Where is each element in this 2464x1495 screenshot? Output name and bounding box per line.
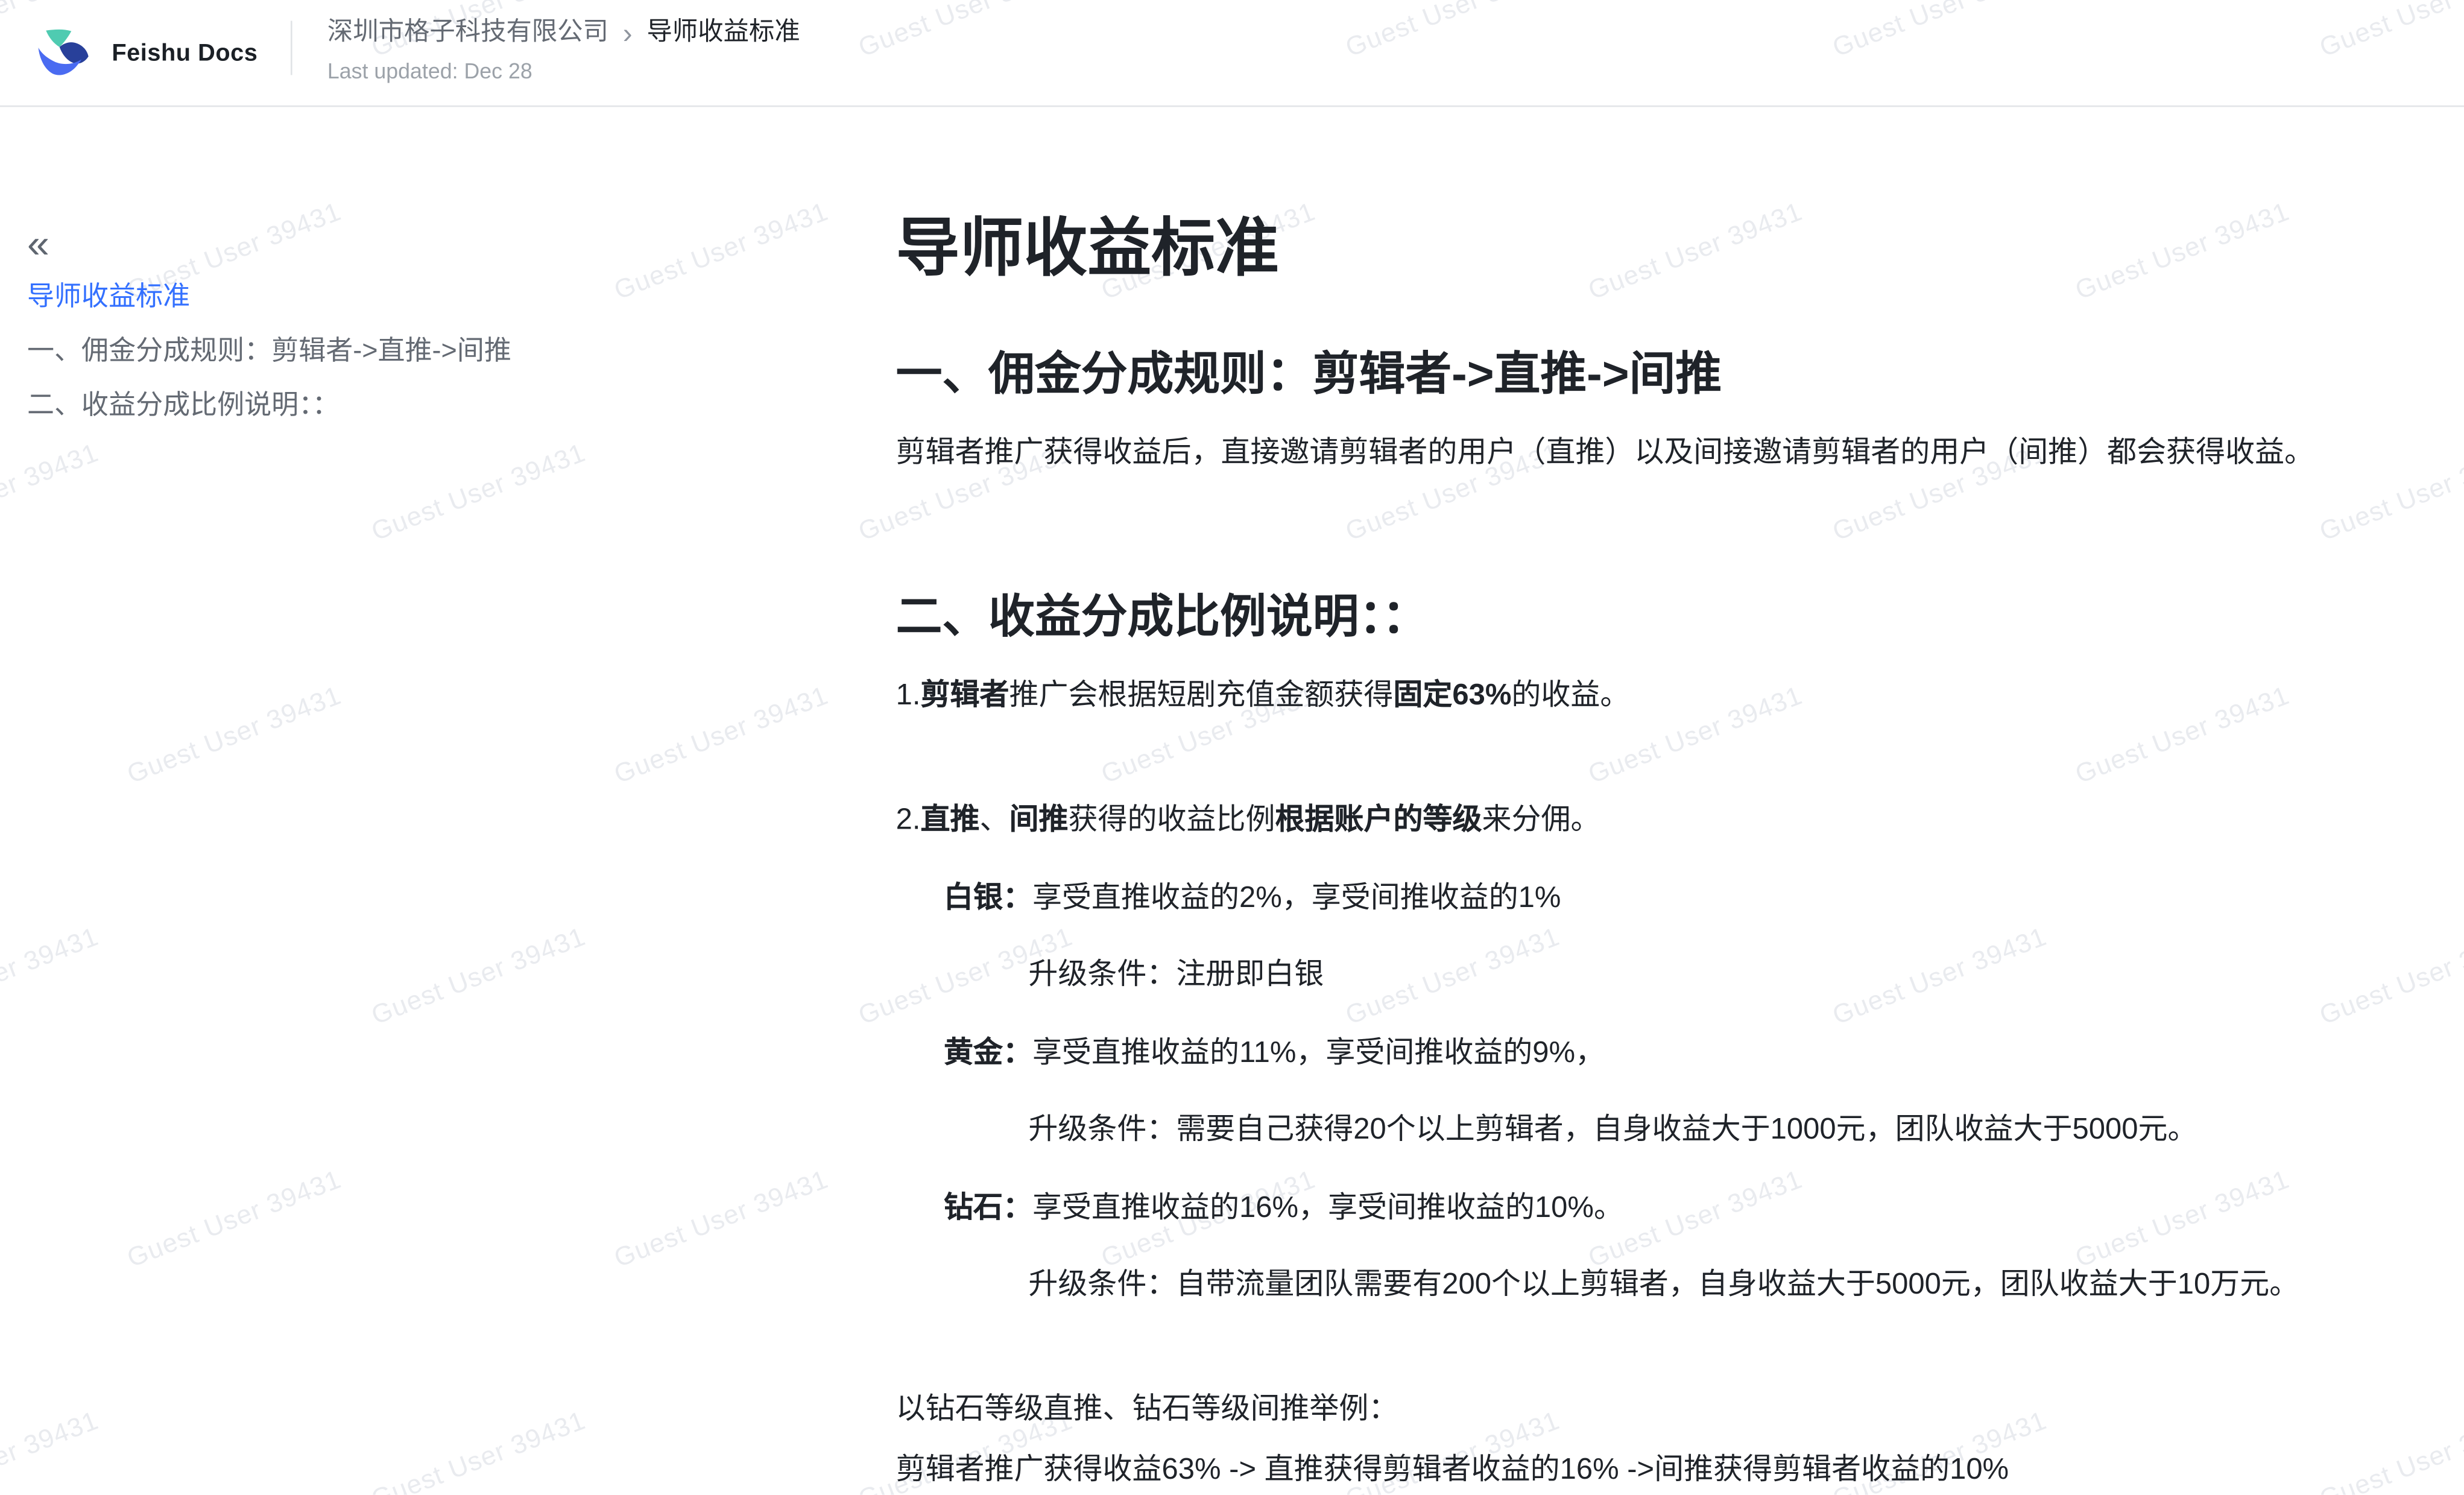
list-text-1: 剪辑者推广会根据短剧充值金额获得固定63%的收益。: [920, 677, 1629, 711]
level-diamond-condition: 升级条件：自带流量团队需要有200个以上剪辑者，自身收益大于5000元，团队收益…: [896, 1260, 2432, 1307]
level-gold-condition: 升级条件：需要自己获得20个以上剪辑者，自身收益大于1000元，团队收益大于50…: [896, 1105, 2432, 1152]
collapse-sidebar-icon[interactable]: «: [27, 227, 66, 265]
breadcrumb-separator-icon: ›: [623, 17, 633, 49]
doc-title: 导师收益标准: [896, 207, 2432, 291]
feishu-logo[interactable]: Feishu Docs: [37, 0, 257, 106]
outline-item-title[interactable]: 导师收益标准: [27, 270, 794, 324]
header-divider: [291, 21, 292, 75]
outline-sidebar: « 导师收益标准 一、佣金分成规则：剪辑者->直推->间推 二、收益分成比例说明…: [27, 227, 794, 433]
last-updated: Last updated: Dec 28: [327, 57, 800, 86]
level-silver-benefit: 享受直推收益的2%，享受间推收益的1%: [1032, 879, 1561, 913]
outline-item-section1[interactable]: 一、佣金分成规则：剪辑者->直推->间推: [27, 324, 794, 379]
feishu-logo-icon: [37, 28, 89, 77]
breadcrumb-workspace[interactable]: 深圳市格子科技有限公司: [327, 16, 608, 51]
level-gold-benefit: 享受直推收益的11%，享受间推收益的9%，: [1032, 1034, 1605, 1068]
section1-paragraph: 剪辑者推广获得收益后，直接邀请剪辑者的用户（直推）以及间接邀请剪辑者的用户（间推…: [896, 428, 2432, 476]
level-list: 白银：享受直推收益的2%，享受间推收益的1% 升级条件：注册即白银 黄金：享受直…: [896, 873, 2432, 1308]
level-silver: 白银：享受直推收益的2%，享受间推收益的1%: [896, 873, 2432, 920]
outline-item-section2[interactable]: 二、收益分成比例说明：：: [27, 379, 794, 433]
level-silver-condition: 升级条件：注册即白银: [896, 950, 2432, 998]
example-intro: 以钻石等级直推、钻石等级间推举例：: [896, 1385, 2432, 1432]
level-diamond: 钻石：享受直推收益的16%，享受间推收益的10%。: [896, 1183, 2432, 1230]
level-diamond-benefit: 享受直推收益的16%，享受间推收益的10%。: [1032, 1189, 1623, 1223]
header: Feishu Docs 深圳市格子科技有限公司 › 导师收益标准 Last up…: [0, 0, 2464, 107]
page: Guest User 39431Guest User 39431Guest Us…: [0, 0, 2464, 1495]
list-item-2: 2.直推、间推获得的收益比例根据账户的等级来分佣。: [896, 795, 2432, 843]
outline-nav: 导师收益标准 一、佣金分成规则：剪辑者->直推->间推 二、收益分成比例说明：：: [27, 270, 794, 433]
breadcrumb: 深圳市格子科技有限公司 › 导师收益标准: [327, 16, 800, 51]
list-marker-2: 2.: [896, 801, 921, 835]
breadcrumb-block: 深圳市格子科技有限公司 › 导师收益标准 Last updated: Dec 2…: [327, 16, 800, 86]
example-flow: 剪辑者推广获得收益63% -> 直推获得剪辑者收益的16% ->间推获得剪辑者收…: [896, 1446, 2432, 1493]
level-diamond-name: 钻石：: [944, 1189, 1032, 1223]
level-gold-name: 黄金：: [944, 1034, 1032, 1068]
list-item-1: 1.剪辑者推广会根据短剧充值金额获得固定63%的收益。: [896, 671, 2432, 718]
level-silver-name: 白银：: [944, 879, 1032, 913]
breadcrumb-current: 导师收益标准: [647, 16, 800, 51]
section2-heading: 二、收益分成比例说明：：: [896, 587, 2432, 648]
list-marker-1: 1.: [896, 677, 921, 711]
section1-heading: 一、佣金分成规则：剪辑者->直推->间推: [896, 345, 2432, 406]
document-body: 导师收益标准 一、佣金分成规则：剪辑者->直推->间推 剪辑者推广获得收益后，直…: [896, 106, 2432, 1493]
list-text-2: 直推、间推获得的收益比例根据账户的等级来分佣。: [920, 801, 1600, 835]
app-name: Feishu Docs: [112, 39, 257, 66]
level-gold: 黄金：享受直推收益的11%，享受间推收益的9%，: [896, 1028, 2432, 1075]
